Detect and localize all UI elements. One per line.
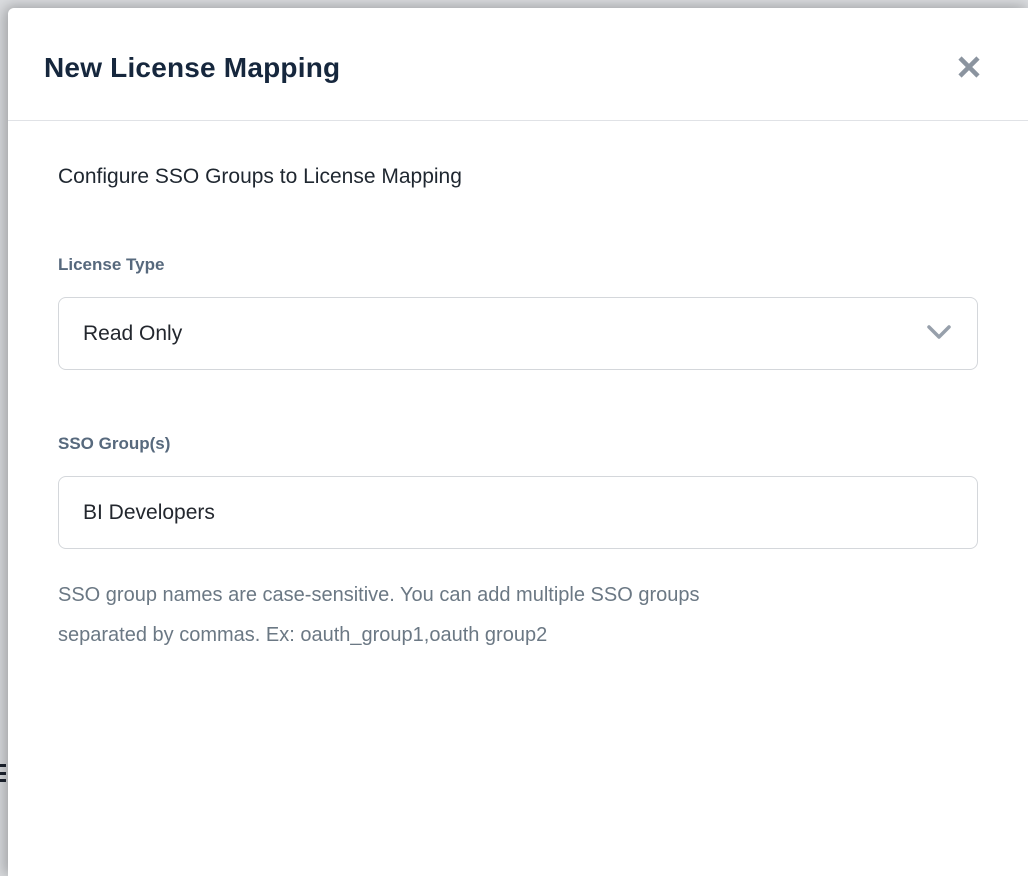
sso-groups-help-line-1: SSO group names are case-sensitive. You … [58,575,978,615]
chevron-down-icon [927,322,951,346]
sso-groups-help-text: SSO group names are case-sensitive. You … [58,575,978,655]
license-type-label: License Type [58,255,978,275]
license-type-selected-value: Read Only [83,322,182,346]
close-icon [956,54,982,83]
modal-description: Configure SSO Groups to License Mapping [58,165,978,189]
license-type-select[interactable]: Read Only [58,297,978,370]
sso-groups-label: SSO Group(s) [58,434,978,454]
modal-header: New License Mapping [8,8,1028,121]
modal-title: New License Mapping [44,52,340,84]
new-license-mapping-modal: New License Mapping Configure SSO Groups… [8,8,1028,876]
sso-groups-help-line-2: separated by commas. Ex: oauth_group1,oa… [58,615,978,655]
close-button[interactable] [954,53,984,83]
background-page-fragment [0,762,6,784]
modal-body: Configure SSO Groups to License Mapping … [8,121,1028,655]
sso-groups-field: SSO Group(s) SSO group names are case-se… [58,434,978,655]
sso-groups-input[interactable] [58,476,978,549]
license-type-field: License Type Read Only [58,255,978,370]
